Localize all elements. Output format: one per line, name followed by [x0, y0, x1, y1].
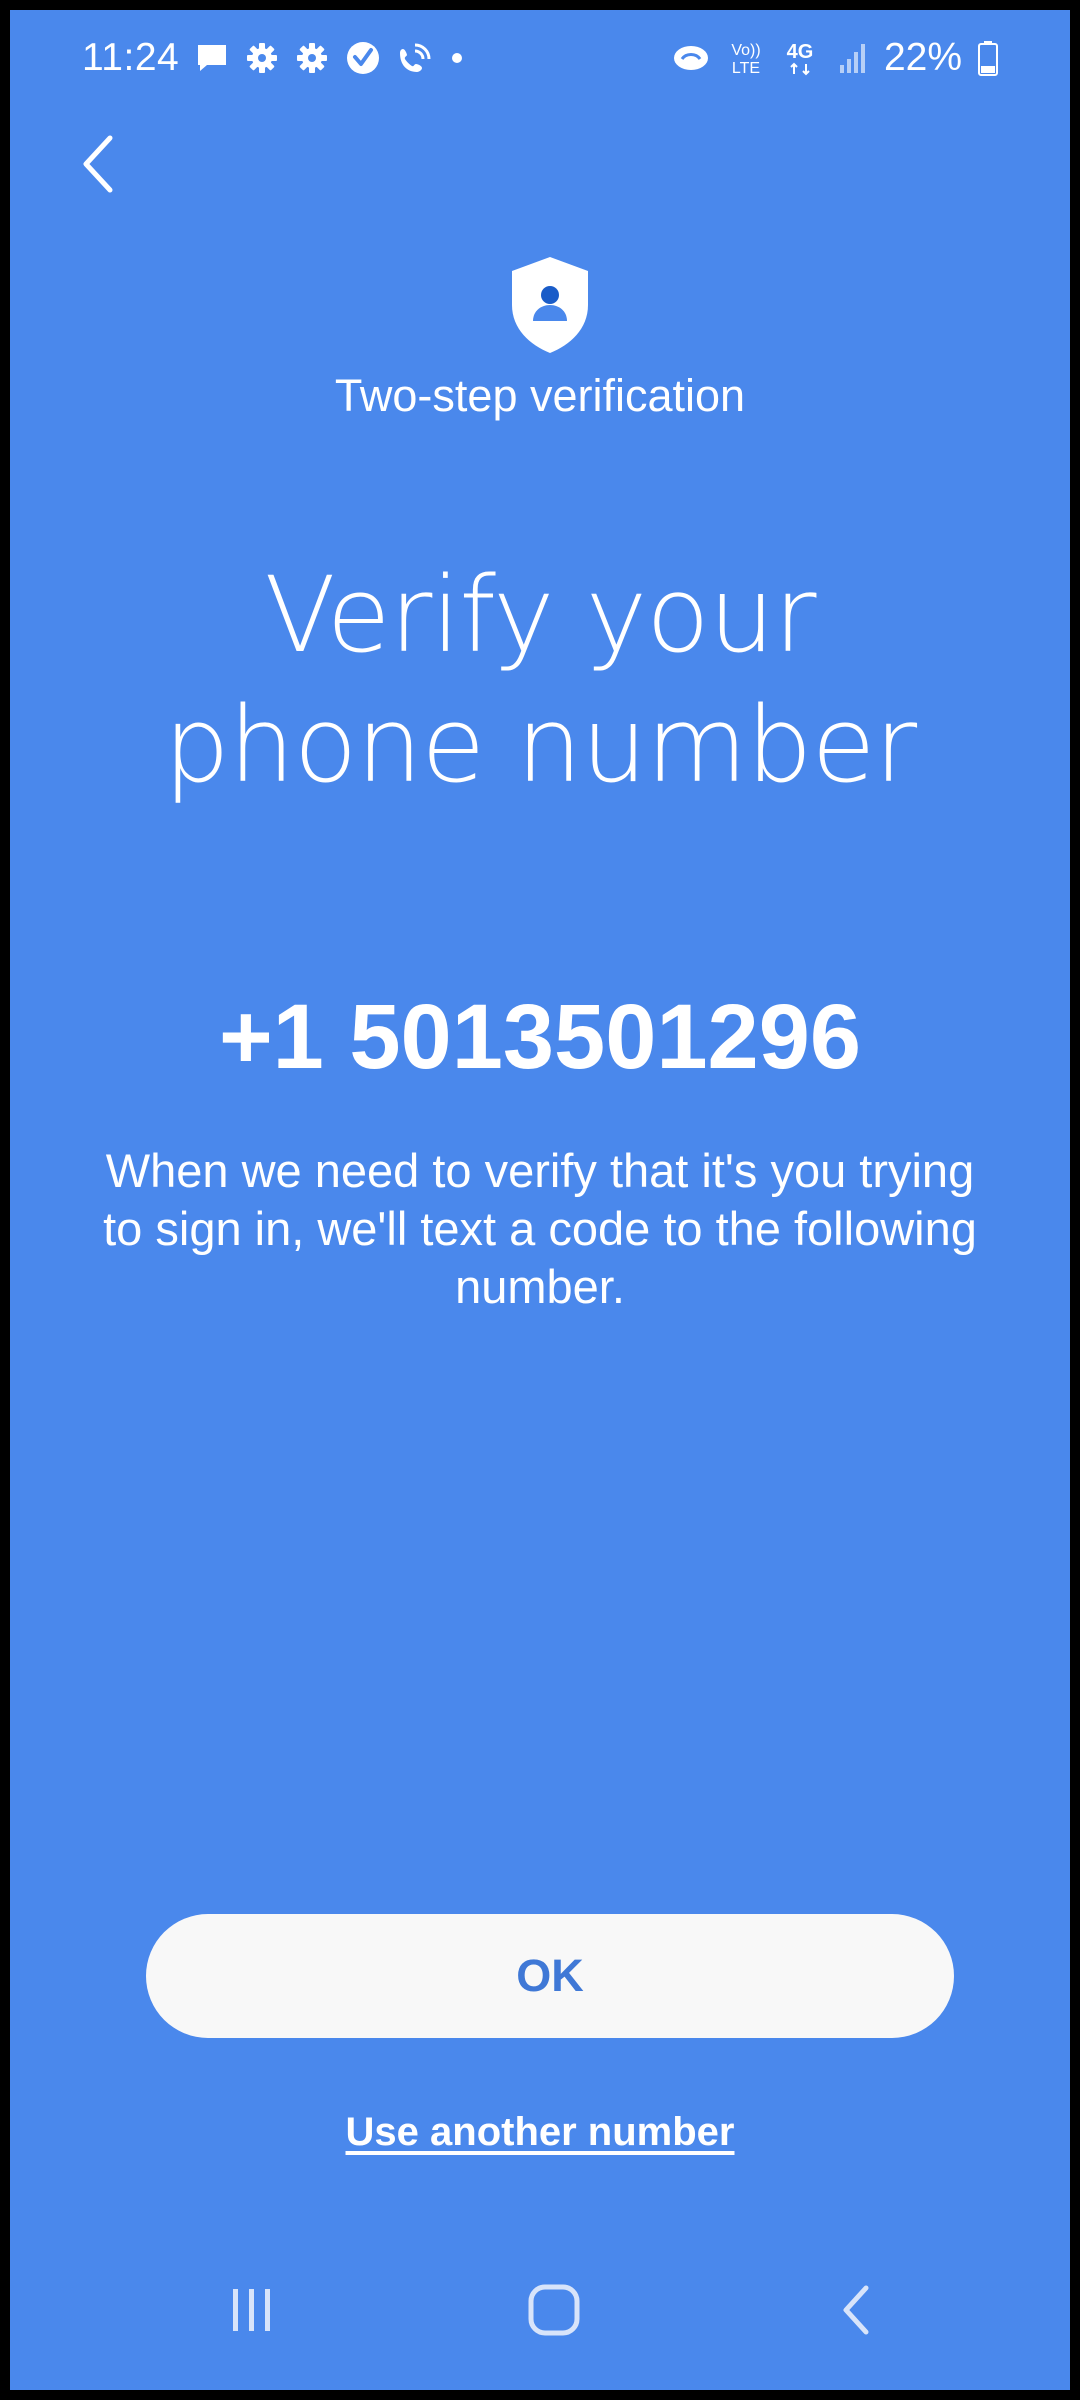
- 4g-icon: 4G: [782, 38, 822, 78]
- check-badge-icon: [345, 40, 381, 76]
- status-time: 11:24: [82, 36, 180, 79]
- back-button[interactable]: [68, 128, 128, 200]
- gear-icon: [295, 41, 329, 75]
- page-title-line2: phone number: [163, 684, 917, 806]
- battery-text: 22%: [883, 36, 962, 79]
- recent-apps-button[interactable]: [202, 2270, 302, 2350]
- shield-person-icon: [508, 255, 592, 355]
- nav-back-button[interactable]: [806, 2270, 906, 2350]
- wifi-call-icon: [397, 41, 431, 75]
- recent-apps-icon: [233, 2289, 270, 2331]
- status-right: Vo)) LTE 4G 22%: [672, 36, 998, 80]
- status-bar: 11:24 Vo)) LTE 4G 22%: [82, 28, 998, 88]
- use-another-number-link[interactable]: Use another number: [10, 2110, 1070, 2155]
- message-icon: [195, 41, 229, 75]
- navigation-bar: [10, 2270, 1070, 2350]
- dot-icon: [447, 41, 467, 75]
- verification-screen: 11:24 Vo)) LTE 4G 22% Two-step verificat…: [0, 0, 1080, 2400]
- battery-icon: [978, 40, 998, 76]
- ok-button[interactable]: OK: [146, 1914, 954, 2038]
- home-button[interactable]: [504, 2270, 604, 2350]
- home-icon: [528, 2284, 580, 2336]
- volte-top-text: Vo)): [731, 42, 760, 59]
- volte-bottom-text: LTE: [732, 60, 760, 77]
- header-title: Two-step verification: [334, 370, 746, 421]
- volte-icon: Vo)) LTE: [726, 38, 766, 78]
- page-title: Verify your phone number: [70, 550, 1010, 810]
- network-type-text: 4G: [787, 41, 814, 63]
- description-text: When we need to verify that it's you try…: [103, 1144, 977, 1313]
- phone-number: +1 5013501296: [218, 986, 862, 1088]
- page-title-line1: Verify your: [264, 554, 817, 676]
- signal-icon: [838, 41, 868, 75]
- back-icon: [843, 2285, 869, 2335]
- gear-icon: [245, 41, 279, 75]
- status-left: 11:24: [82, 36, 467, 80]
- chevron-left-icon: [83, 135, 113, 193]
- sync-icon: [672, 41, 710, 75]
